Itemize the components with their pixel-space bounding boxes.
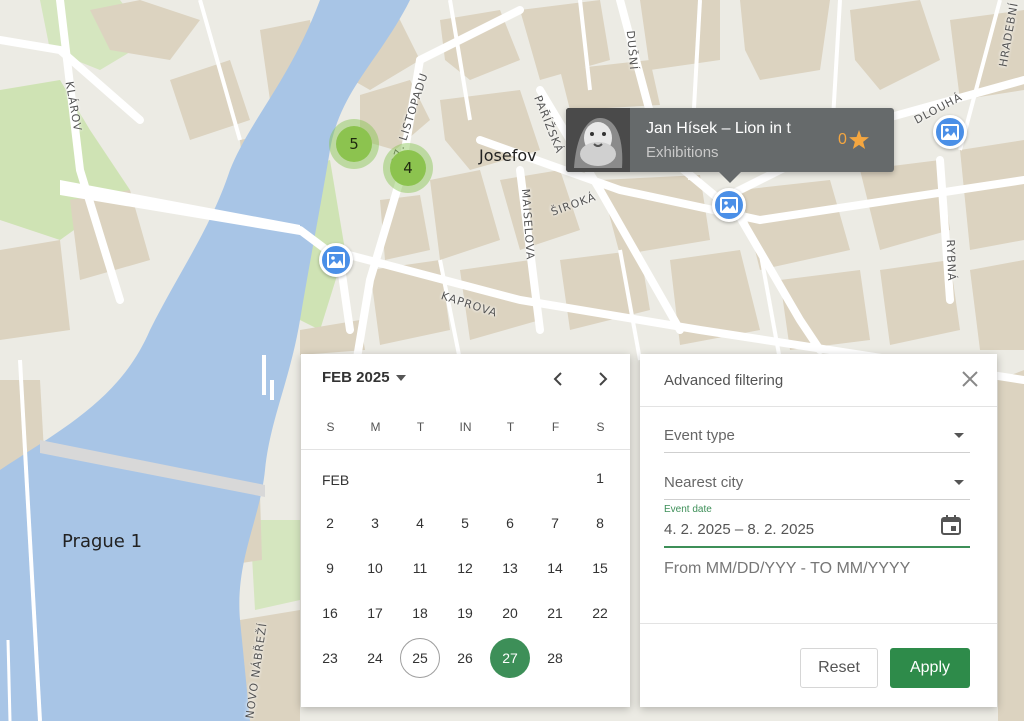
weekday-label: IN bbox=[459, 420, 472, 434]
event-type-value: Event type bbox=[664, 427, 735, 444]
cluster-marker[interactable]: 5 bbox=[329, 119, 379, 169]
calendar-day[interactable]: 27 bbox=[490, 638, 530, 678]
calendar-day[interactable]: 14 bbox=[535, 548, 575, 588]
calendar-day[interactable]: 1 bbox=[580, 458, 620, 498]
weekday-label: T bbox=[506, 420, 515, 434]
event-rating: 0 bbox=[838, 130, 869, 149]
image-icon bbox=[327, 252, 345, 268]
apply-button[interactable]: Apply bbox=[890, 648, 970, 688]
divider bbox=[640, 623, 997, 624]
event-popup[interactable]: Jan Hísek – Lion in t Exhibitions 0 bbox=[566, 108, 894, 183]
calendar-day[interactable]: 18 bbox=[400, 593, 440, 633]
calendar-day[interactable]: 11 bbox=[400, 548, 440, 588]
prev-month-button[interactable] bbox=[546, 367, 570, 391]
calendar-day[interactable]: 8 bbox=[580, 503, 620, 543]
calendar-header: FEB 2025 bbox=[301, 354, 630, 404]
image-icon bbox=[941, 124, 959, 140]
event-marker-selected[interactable] bbox=[712, 188, 746, 222]
month-label: FEB 2025 bbox=[322, 369, 390, 386]
calendar-day[interactable]: 15 bbox=[580, 548, 620, 588]
next-month-button[interactable] bbox=[591, 367, 615, 391]
event-date-input[interactable] bbox=[664, 521, 924, 538]
date-format-hint: From MM/DD/YYY - TO MM/YYYY bbox=[664, 560, 911, 577]
calendar-day[interactable]: 22 bbox=[580, 593, 620, 633]
caret-down-icon bbox=[395, 374, 406, 381]
date-picker[interactable]: FEB 2025 S M T IN T F S FEB 1 2 3 4 5 6 7 8 9 10 1… bbox=[301, 354, 630, 707]
event-type-select[interactable]: Event type bbox=[664, 417, 970, 453]
cluster-count: 4 bbox=[390, 150, 426, 186]
caret-down-icon bbox=[954, 433, 964, 438]
calendar-day[interactable]: 28 bbox=[535, 638, 575, 678]
panel-title: Advanced filtering bbox=[664, 372, 784, 389]
event-marker[interactable] bbox=[319, 243, 353, 277]
calendar-day[interactable]: 9 bbox=[310, 548, 350, 588]
calendar-day[interactable]: 16 bbox=[310, 593, 350, 633]
calendar-day[interactable]: 4 bbox=[400, 503, 440, 543]
calendar-day[interactable]: 24 bbox=[355, 638, 395, 678]
nearest-city-select[interactable]: Nearest city bbox=[664, 464, 970, 500]
weekday-header: S M T IN T F S bbox=[308, 420, 623, 434]
calendar-day[interactable]: 19 bbox=[445, 593, 485, 633]
chevron-right-icon bbox=[599, 372, 608, 386]
divider bbox=[640, 406, 997, 407]
place-label-josefov: Josefov bbox=[479, 146, 537, 165]
event-marker[interactable] bbox=[933, 115, 967, 149]
calendar-day[interactable]: 6 bbox=[490, 503, 530, 543]
rating-value: 0 bbox=[838, 130, 847, 148]
calendar-icon bbox=[941, 515, 961, 535]
cluster-marker[interactable]: 4 bbox=[383, 143, 433, 193]
calendar-day[interactable]: 21 bbox=[535, 593, 575, 633]
weekday-label: M bbox=[370, 420, 381, 434]
weekday-label: F bbox=[551, 420, 560, 434]
calendar-day[interactable]: 13 bbox=[490, 548, 530, 588]
calendar-day[interactable]: 7 bbox=[535, 503, 575, 543]
advanced-filter-panel: Advanced filtering Event type Nearest ci… bbox=[640, 354, 997, 707]
calendar-icon-button[interactable] bbox=[940, 514, 962, 536]
event-category: Exhibitions bbox=[646, 144, 719, 161]
month-section-label: FEB bbox=[322, 472, 350, 488]
event-thumbnail bbox=[566, 108, 630, 172]
cluster-count: 5 bbox=[336, 126, 372, 162]
calendar-day[interactable]: 12 bbox=[445, 548, 485, 588]
close-button[interactable] bbox=[960, 369, 980, 389]
event-title[interactable]: Jan Hísek – Lion in t bbox=[646, 120, 812, 138]
close-icon bbox=[962, 371, 978, 387]
weekday-label: S bbox=[326, 420, 335, 434]
street-label-rybna: RYBNÁ bbox=[943, 239, 959, 282]
caret-down-icon bbox=[954, 480, 964, 485]
place-label-prague1: Prague 1 bbox=[62, 531, 143, 552]
calendar-day[interactable]: 20 bbox=[490, 593, 530, 633]
reset-button[interactable]: Reset bbox=[800, 648, 878, 688]
star-icon bbox=[848, 130, 869, 149]
weekday-label: T bbox=[416, 420, 425, 434]
calendar-day[interactable]: 25 bbox=[400, 638, 440, 678]
calendar-day[interactable]: 5 bbox=[445, 503, 485, 543]
event-date-field[interactable]: Event date bbox=[664, 502, 970, 548]
month-selector[interactable]: FEB 2025 bbox=[322, 369, 406, 386]
calendar-day[interactable]: 23 bbox=[310, 638, 350, 678]
image-icon bbox=[720, 197, 738, 213]
calendar-day[interactable]: 2 bbox=[310, 503, 350, 543]
weekday-label: S bbox=[596, 420, 605, 434]
divider bbox=[301, 449, 630, 450]
calendar-day[interactable]: 17 bbox=[355, 593, 395, 633]
calendar-day[interactable]: 10 bbox=[355, 548, 395, 588]
chevron-left-icon bbox=[553, 372, 562, 386]
nearest-city-value: Nearest city bbox=[664, 474, 744, 491]
calendar-day[interactable]: 26 bbox=[445, 638, 485, 678]
event-date-label: Event date bbox=[664, 504, 712, 515]
calendar-day[interactable]: 3 bbox=[355, 503, 395, 543]
